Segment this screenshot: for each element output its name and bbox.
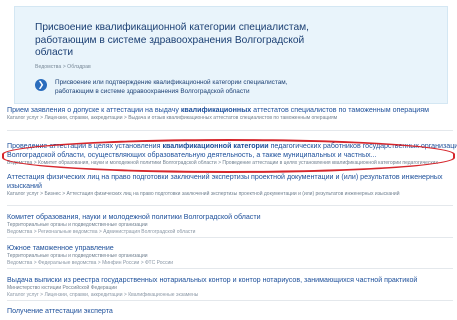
result-breadcrumb[interactable]: Ведомства > Федеральные ведомства > Минф… <box>7 260 455 267</box>
result-title-link[interactable]: Проведение аттестации в целях установлен… <box>7 142 457 151</box>
result-title-link[interactable]: Южное таможенное управление <box>7 244 455 253</box>
result-breadcrumb[interactable]: Каталог услуг > Лицензии, справки, аккре… <box>7 292 455 299</box>
divider <box>7 237 453 238</box>
divider <box>7 130 453 131</box>
result-title-link[interactable]: Аттестация физических лиц на право подго… <box>7 173 455 182</box>
divider <box>7 300 453 301</box>
arrow-right-icon: ❯ <box>35 79 47 91</box>
result-breadcrumb[interactable]: Каталог услуг > Лицензии, справки, аккре… <box>7 115 455 122</box>
result-title-link[interactable]: Выдача выписки из реестра государственны… <box>7 276 455 285</box>
featured-result-card: Присвоение квалификационной категории сп… <box>14 6 448 104</box>
result-title-link[interactable]: Получение аттестации эксперта <box>7 307 455 316</box>
list-item: Комитет образования, науки и молодежной … <box>7 213 455 235</box>
search-results-page: Присвоение квалификационной категории сп… <box>0 0 457 320</box>
result-title-link-line2[interactable]: Волгоградской области, осуществляющих об… <box>7 151 455 160</box>
result-breadcrumb[interactable]: Ведомства > Комитет образования, науки и… <box>7 160 455 167</box>
list-item: Проведение аттестации в целях установлен… <box>7 142 457 167</box>
result-title-link[interactable]: Прием заявления о допуске к аттестации н… <box>7 106 455 115</box>
divider <box>7 205 453 206</box>
list-item: Южное таможенное управление Территориаль… <box>7 244 455 266</box>
featured-result-title[interactable]: Присвоение квалификационной категории сп… <box>35 22 335 60</box>
featured-result-service-link-text[interactable]: Присвоение или подтверждение квалификаци… <box>55 78 305 96</box>
result-breadcrumb[interactable]: Ведомства > Региональные ведомства > Адм… <box>7 229 455 236</box>
list-item: Аттестация физических лиц на право подго… <box>7 173 455 198</box>
divider <box>7 268 453 269</box>
list-item: Получение аттестации эксперта <box>7 307 455 316</box>
list-item: Прием заявления о допуске к аттестации н… <box>7 106 455 122</box>
result-breadcrumb[interactable]: Каталог услуг > Бизнес > Аттестация физи… <box>7 191 455 198</box>
result-title-link-line2[interactable]: изысканий <box>7 182 455 191</box>
result-title-link[interactable]: Комитет образования, науки и молодежной … <box>7 213 455 222</box>
featured-result-breadcrumb[interactable]: Ведомства > Облздрав <box>35 64 91 70</box>
featured-result-service-link[interactable]: ❯ Присвоение или подтверждение квалифика… <box>35 78 305 96</box>
list-item: Выдача выписки из реестра государственны… <box>7 276 455 298</box>
